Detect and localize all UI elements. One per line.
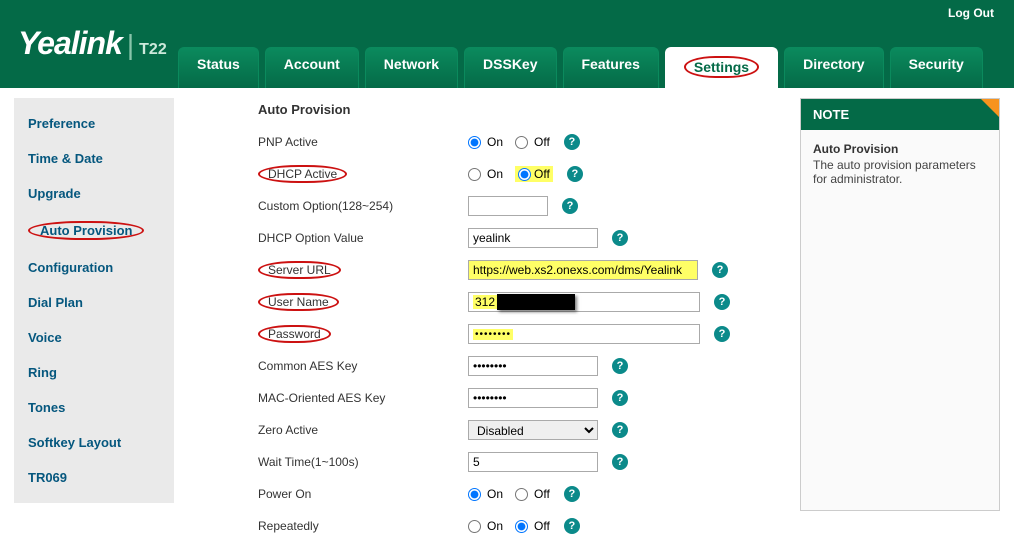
tab-features[interactable]: Features (563, 47, 659, 88)
row-common-aes: Common AES Key ? (258, 355, 778, 377)
repeatedly-on-radio[interactable] (468, 520, 481, 533)
label-dhcp-option-value: DHCP Option Value (258, 231, 468, 245)
user-name-input[interactable]: 312 (473, 295, 497, 309)
tab-account[interactable]: Account (265, 47, 359, 88)
help-icon[interactable]: ? (564, 486, 580, 502)
sidebar-item-ring[interactable]: Ring (14, 355, 174, 390)
help-icon[interactable]: ? (562, 198, 578, 214)
sidebar-item-upgrade[interactable]: Upgrade (14, 176, 174, 211)
help-icon[interactable]: ? (567, 166, 583, 182)
help-icon[interactable]: ? (612, 390, 628, 406)
label-server-url: Server URL (258, 261, 468, 279)
tab-network[interactable]: Network (365, 47, 458, 88)
power-on-on-radio[interactable] (468, 488, 481, 501)
note-text: The auto provision parameters for admini… (813, 158, 976, 186)
tab-dsskey[interactable]: DSSKey (464, 47, 556, 88)
sidebar-item-configuration[interactable]: Configuration (14, 250, 174, 285)
row-mac-aes: MAC-Oriented AES Key ? (258, 387, 778, 409)
radio-repeatedly[interactable]: On Off ? (468, 518, 580, 534)
label-power-on: Power On (258, 487, 468, 501)
label-dhcp-active: DHCP Active (258, 165, 468, 183)
mac-aes-input[interactable] (468, 388, 598, 408)
row-dhcp-option-value: DHCP Option Value ? (258, 227, 778, 249)
sidebar-item-auto-provision[interactable]: Auto Provision (14, 211, 174, 250)
row-zero-active: Zero Active Disabled ? (258, 419, 778, 441)
tab-status[interactable]: Status (178, 47, 259, 88)
dhcp-option-value-input[interactable] (468, 228, 598, 248)
pnp-on-radio[interactable] (468, 136, 481, 149)
help-icon[interactable]: ? (564, 518, 580, 534)
tab-settings[interactable]: Settings (665, 47, 778, 88)
dhcp-off-radio[interactable] (518, 168, 531, 181)
zero-active-select[interactable]: Disabled (468, 420, 598, 440)
sidebar-item-voice[interactable]: Voice (14, 320, 174, 355)
help-icon[interactable]: ? (714, 294, 730, 310)
content-area: PreferenceTime & DateUpgradeAuto Provisi… (0, 88, 1014, 547)
logo-separator: | (127, 29, 134, 61)
help-icon[interactable]: ? (612, 454, 628, 470)
sidebar-item-softkey-layout[interactable]: Softkey Layout (14, 425, 174, 460)
row-dhcp-active: DHCP Active On Off ? (258, 163, 778, 185)
tab-directory[interactable]: Directory (784, 47, 883, 88)
row-pnp-active: PNP Active On Off ? (258, 131, 778, 153)
common-aes-input[interactable] (468, 356, 598, 376)
logout-link[interactable]: Log Out (948, 6, 994, 20)
radio-dhcp-active[interactable]: On Off ? (468, 166, 583, 182)
label-password: Password (258, 325, 468, 343)
row-user-name: User Name 312 ? (258, 291, 778, 313)
pnp-off-radio[interactable] (515, 136, 528, 149)
row-server-url: Server URL ? (258, 259, 778, 281)
sidebar-item-tones[interactable]: Tones (14, 390, 174, 425)
radio-pnp-active[interactable]: On Off ? (468, 134, 580, 150)
sidebar-item-tr069[interactable]: TR069 (14, 460, 174, 495)
repeatedly-off-radio[interactable] (515, 520, 528, 533)
help-icon[interactable]: ? (612, 230, 628, 246)
custom-option-input[interactable] (468, 196, 548, 216)
row-custom-option: Custom Option(128~254) ? (258, 195, 778, 217)
logo-area: Yealink | T22 (18, 25, 167, 62)
label-custom-option: Custom Option(128~254) (258, 199, 468, 213)
tab-security[interactable]: Security (890, 47, 983, 88)
sidebar-item-preference[interactable]: Preference (14, 106, 174, 141)
label-repeatedly: Repeatedly (258, 519, 468, 533)
label-pnp-active: PNP Active (258, 135, 468, 149)
note-title: Auto Provision (813, 142, 987, 156)
label-user-name: User Name (258, 293, 468, 311)
wait-time-input[interactable] (468, 452, 598, 472)
row-repeatedly: Repeatedly On Off ? (258, 515, 778, 537)
help-icon[interactable]: ? (612, 358, 628, 374)
main-tabs: StatusAccountNetworkDSSKeyFeaturesSettin… (178, 47, 983, 88)
brand-logo: Yealink (18, 25, 122, 62)
radio-power-on[interactable]: On Off ? (468, 486, 580, 502)
password-input[interactable]: •••••••• (473, 329, 513, 340)
section-title: Auto Provision (258, 102, 778, 117)
help-icon[interactable]: ? (564, 134, 580, 150)
label-mac-aes: MAC-Oriented AES Key (258, 391, 468, 405)
redacted-mark (497, 294, 575, 310)
sidebar-item-dial-plan[interactable]: Dial Plan (14, 285, 174, 320)
note-body: Auto Provision The auto provision parame… (801, 130, 999, 510)
sidebar: PreferenceTime & DateUpgradeAuto Provisi… (14, 98, 174, 503)
label-common-aes: Common AES Key (258, 359, 468, 373)
help-icon[interactable]: ? (712, 262, 728, 278)
model-label: T22 (139, 41, 167, 59)
label-wait-time: Wait Time(1~100s) (258, 455, 468, 469)
row-power-on: Power On On Off ? (258, 483, 778, 505)
note-heading: NOTE (801, 99, 999, 130)
help-icon[interactable]: ? (612, 422, 628, 438)
header: Log Out Yealink | T22 StatusAccountNetwo… (0, 0, 1014, 88)
row-password: Password •••••••• ? (258, 323, 778, 345)
dhcp-on-radio[interactable] (468, 168, 481, 181)
note-panel: NOTE Auto Provision The auto provision p… (800, 98, 1000, 511)
row-wait-time: Wait Time(1~100s) ? (258, 451, 778, 473)
server-url-input[interactable] (468, 260, 698, 280)
help-icon[interactable]: ? (714, 326, 730, 342)
sidebar-item-time-date[interactable]: Time & Date (14, 141, 174, 176)
label-zero-active: Zero Active (258, 423, 468, 437)
main-panel: Auto Provision PNP Active On Off ? DHCP … (188, 98, 786, 547)
power-on-off-radio[interactable] (515, 488, 528, 501)
